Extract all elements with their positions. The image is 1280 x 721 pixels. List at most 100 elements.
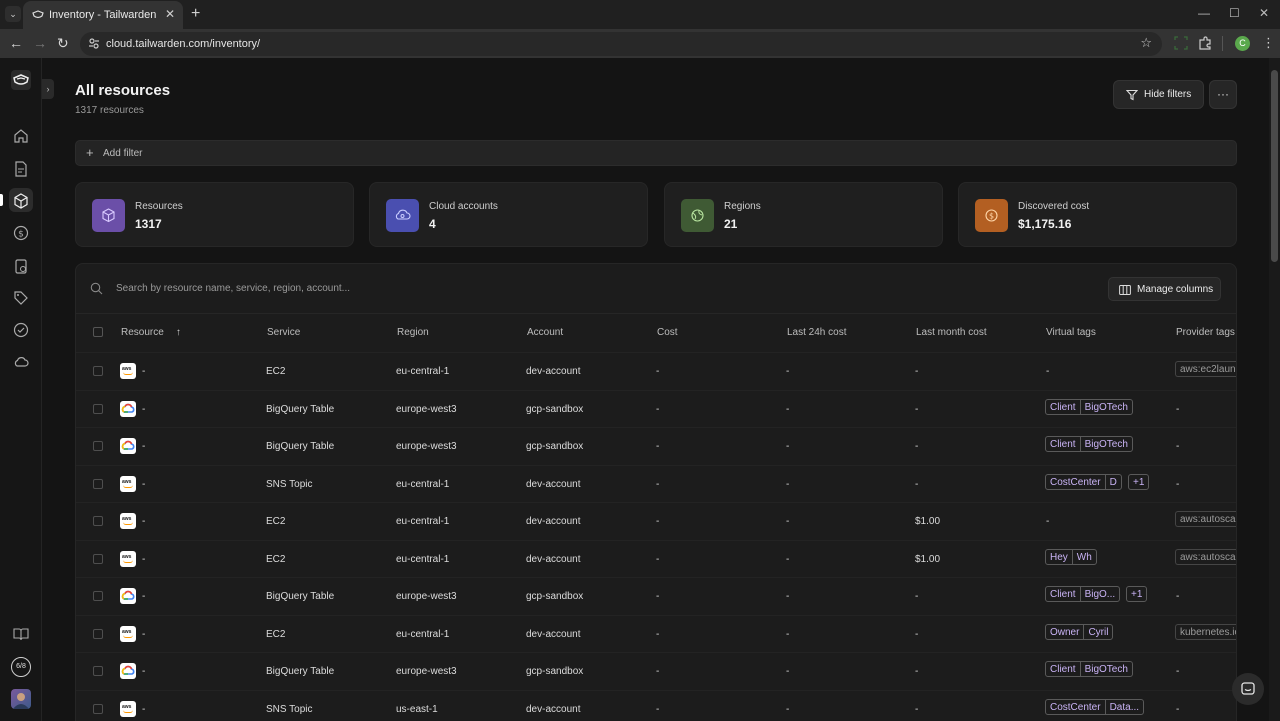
tab-close-icon[interactable]: ✕: [165, 7, 175, 21]
table-row[interactable]: - BigQuery Table europe-west3 gcp-sandbox - -…: [76, 427, 1236, 464]
virtual-tag-pill[interactable]: CostCenter Data...: [1045, 698, 1145, 715]
row-checkbox[interactable]: [93, 553, 103, 564]
browser-tab[interactable]: Inventory - Tailwarden ✕: [23, 1, 183, 29]
cell-resource[interactable]: -: [142, 404, 145, 415]
filter-bar[interactable]: + Add filter: [75, 140, 1237, 166]
cell-provider-tags: -: [1176, 666, 1180, 677]
search-input[interactable]: [116, 278, 716, 298]
maximize-icon[interactable]: ☐: [1229, 6, 1240, 20]
column-header-virtual-tags[interactable]: Virtual tags: [1046, 327, 1096, 338]
cell-resource[interactable]: -: [142, 479, 145, 490]
provider-tag-pill[interactable]: kubernetes.io: [1175, 623, 1236, 640]
hide-filters-button[interactable]: Hide filters: [1113, 80, 1204, 109]
column-header-service[interactable]: Service: [267, 327, 300, 338]
screenshot-icon[interactable]: [1174, 36, 1188, 50]
cell-resource[interactable]: -: [142, 591, 145, 602]
table-row[interactable]: aws - SNS Topic eu-central-1 dev-account - - - C…: [76, 464, 1236, 502]
cell-last24: -: [786, 366, 790, 377]
forward-icon[interactable]: →: [33, 35, 47, 51]
clipboard-clock-icon[interactable]: [13, 258, 29, 274]
column-header-provider-tags[interactable]: Provider tags: [1176, 327, 1235, 338]
more-tags-badge[interactable]: +1: [1126, 586, 1148, 602]
column-header-cost[interactable]: Cost: [657, 327, 678, 338]
virtual-tag-pill[interactable]: Client BigOTech: [1045, 436, 1133, 452]
more-tags-badge[interactable]: +1: [1128, 473, 1150, 490]
row-checkbox[interactable]: [93, 628, 103, 639]
user-avatar[interactable]: [11, 689, 31, 709]
table-row[interactable]: - BigQuery Table europe-west3 gcp-sandbox - -…: [76, 652, 1236, 689]
row-checkbox[interactable]: [93, 441, 103, 451]
row-checkbox[interactable]: [93, 403, 103, 414]
scroll-thumb[interactable]: [1271, 70, 1278, 262]
cell-resource[interactable]: -: [142, 366, 145, 377]
page-scrollbar[interactable]: [1269, 58, 1280, 721]
aws-icon: aws: [120, 625, 136, 642]
cell-resource[interactable]: -: [142, 629, 145, 640]
close-window-icon[interactable]: ✕: [1259, 6, 1269, 20]
virtual-tag-pill[interactable]: CostCenter D: [1045, 473, 1122, 490]
cell-resource[interactable]: -: [142, 704, 145, 715]
cell-resource[interactable]: -: [142, 516, 145, 527]
extensions-icon[interactable]: [1198, 36, 1212, 50]
minimize-icon[interactable]: —: [1198, 6, 1210, 20]
row-checkbox[interactable]: [93, 703, 103, 714]
column-header-last-24h-cost[interactable]: Last 24h cost: [787, 327, 846, 338]
cell-resource[interactable]: -: [142, 441, 145, 452]
table-row[interactable]: aws - EC2 eu-central-1 dev-account - - - Owner Cy…: [76, 614, 1236, 652]
docs-book-icon[interactable]: [13, 626, 29, 642]
select-all-checkbox[interactable]: [93, 327, 103, 337]
cell-service: EC2: [266, 628, 286, 640]
inventory-cube-icon[interactable]: [13, 193, 29, 209]
address-bar[interactable]: cloud.tailwarden.com/inventory/ ☆: [80, 32, 1162, 56]
document-icon[interactable]: [13, 161, 29, 177]
column-header-resource[interactable]: Resource ↑: [121, 327, 181, 338]
tag-icon[interactable]: [13, 290, 29, 306]
virtual-tag-pill[interactable]: Owner Cyril: [1045, 623, 1114, 640]
provider-tag-pill[interactable]: aws:autoscal: [1175, 548, 1236, 565]
cell-resource[interactable]: -: [142, 554, 145, 565]
sort-ascending-icon[interactable]: ↑: [176, 327, 181, 338]
tab-search-button[interactable]: ⌄: [5, 6, 21, 22]
column-header-account[interactable]: Account: [527, 327, 563, 338]
manage-columns-button[interactable]: Manage columns: [1108, 277, 1221, 301]
browser-menu-icon[interactable]: ⋮: [1262, 35, 1275, 51]
reload-icon[interactable]: ↻: [57, 35, 69, 52]
site-info-icon[interactable]: [88, 37, 100, 49]
new-tab-button[interactable]: +: [191, 5, 200, 23]
table-row[interactable]: aws - EC2 eu-central-1 dev-account - - $1.00 Hey…: [76, 539, 1236, 577]
onboarding-progress[interactable]: 6/8: [11, 657, 31, 677]
provider-tag-pill[interactable]: aws:ec2launc: [1175, 361, 1236, 377]
column-header-region[interactable]: Region: [397, 327, 429, 338]
table-row[interactable]: aws - EC2 eu-central-1 dev-account - - $1.00- aw…: [76, 502, 1236, 539]
back-icon[interactable]: ←: [9, 35, 23, 51]
more-options-button[interactable]: ···: [1209, 80, 1237, 109]
support-chat-button[interactable]: [1232, 673, 1264, 705]
cell-region: eu-central-1: [396, 478, 450, 490]
tailwarden-logo-icon[interactable]: [11, 70, 31, 90]
bookmark-star-icon[interactable]: ☆: [1140, 35, 1152, 51]
cost-dollar-icon[interactable]: $: [13, 225, 29, 241]
virtual-tag-pill[interactable]: Client BigOTech: [1045, 661, 1133, 677]
table-row[interactable]: - BigQuery Table europe-west3 gcp-sandbox - -…: [76, 389, 1236, 427]
virtual-tag-pill[interactable]: Client BigOTech: [1045, 398, 1133, 415]
table-row[interactable]: aws - SNS Topic us-east-1 dev-account - - - Cost…: [76, 689, 1236, 721]
cell-resource[interactable]: -: [142, 666, 145, 677]
cell-lastmonth: $1.00: [915, 516, 941, 527]
row-checkbox[interactable]: [93, 666, 103, 676]
filter-funnel-icon: [1126, 89, 1138, 101]
row-checkbox[interactable]: [93, 516, 103, 526]
table-row[interactable]: aws - EC2 eu-central-1 dev-account - - - - aws:ec…: [76, 352, 1236, 389]
table-row[interactable]: - BigQuery Table europe-west3 gcp-sandbox - -…: [76, 577, 1236, 614]
profile-avatar[interactable]: C: [1235, 36, 1250, 51]
row-checkbox[interactable]: [93, 478, 103, 489]
provider-tag-pill[interactable]: aws:autoscal: [1175, 511, 1236, 527]
virtual-tag-pill[interactable]: Client BigO...: [1045, 586, 1121, 602]
virtual-tag-pill[interactable]: Hey Wh: [1045, 548, 1097, 565]
row-checkbox[interactable]: [93, 366, 103, 376]
column-header-last-month-cost[interactable]: Last month cost: [916, 327, 987, 338]
stat-label: Cloud accounts: [429, 201, 498, 212]
row-checkbox[interactable]: [93, 591, 103, 601]
cloud-icon[interactable]: [13, 354, 29, 370]
check-circle-icon[interactable]: [13, 322, 29, 338]
home-icon[interactable]: [13, 128, 29, 144]
